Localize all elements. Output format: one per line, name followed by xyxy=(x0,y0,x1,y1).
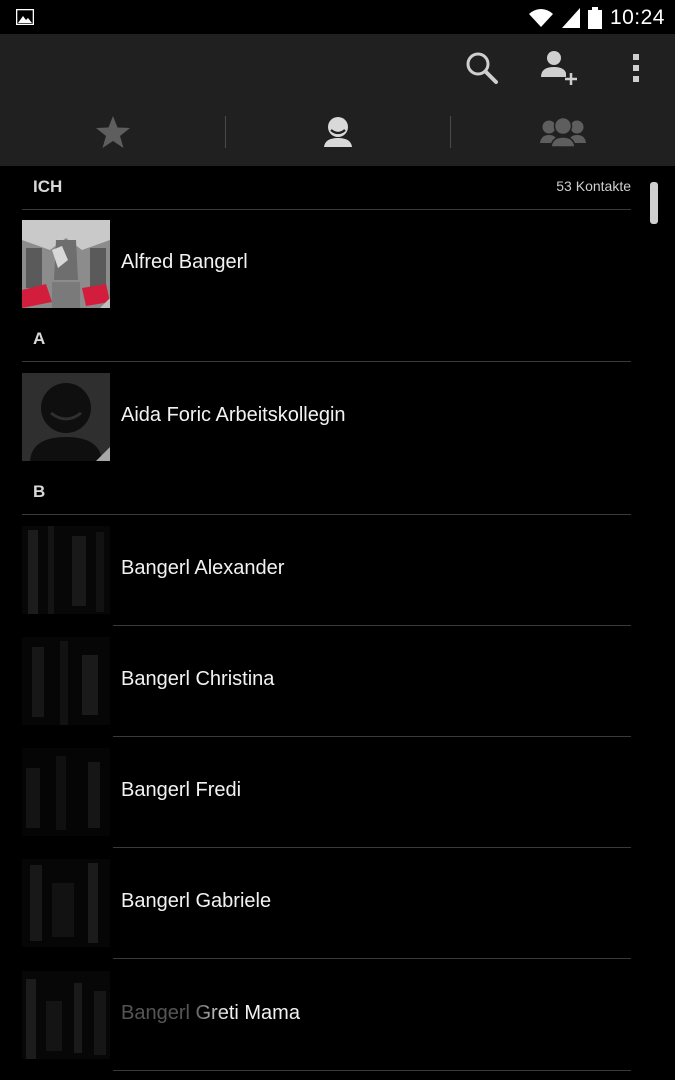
status-time: 10:24 xyxy=(609,6,665,29)
list-item[interactable]: Bangerl Fredi xyxy=(22,748,631,836)
list-item[interactable]: Bangerl Greti Mama xyxy=(22,971,631,1059)
signal-icon xyxy=(561,8,580,28)
tab-groups[interactable] xyxy=(450,98,675,166)
section-header-me: ICH 53 Kontakte xyxy=(22,166,631,210)
contact-name: Bangerl Greti Mama xyxy=(121,1002,300,1024)
contact-name: Bangerl Christina xyxy=(121,668,275,690)
row-divider xyxy=(113,1070,631,1071)
status-icons: 10:24 xyxy=(528,4,665,32)
action-bar xyxy=(0,34,675,98)
avatar xyxy=(22,748,110,836)
overflow-menu-button[interactable] xyxy=(612,44,660,92)
battery-icon xyxy=(587,7,602,29)
tab-favorites[interactable] xyxy=(0,98,225,166)
contact-name: Alfred Bangerl xyxy=(121,251,248,273)
search-button[interactable] xyxy=(458,44,506,92)
list-item[interactable]: Bangerl Gabriele xyxy=(22,859,631,947)
tab-bar xyxy=(0,98,675,166)
status-bar: 10:24 xyxy=(0,0,675,34)
contact-count: 53 Kontakte xyxy=(556,178,631,194)
list-item[interactable]: Bangerl Christina xyxy=(22,637,631,725)
group-icon xyxy=(539,116,586,148)
section-label: B xyxy=(33,482,46,501)
wifi-icon xyxy=(528,9,553,27)
avatar xyxy=(22,859,110,947)
row-divider xyxy=(113,847,631,848)
avatar xyxy=(22,637,110,725)
gallery-notification-icon xyxy=(16,9,34,25)
contact-list[interactable]: ICH 53 Kontakte Alfred Bangerl A Aida Fo… xyxy=(0,166,675,1080)
list-item[interactable]: Aida Foric Arbeitskollegin xyxy=(22,373,631,461)
contact-name: Bangerl Fredi xyxy=(121,779,242,801)
section-label: ICH xyxy=(33,177,63,196)
section-header-a: A xyxy=(22,318,631,362)
contact-name: Bangerl Alexander xyxy=(121,557,285,579)
search-icon xyxy=(466,52,498,84)
contact-name: Bangerl Gabriele xyxy=(121,890,272,912)
contact-name: Aida Foric Arbeitskollegin xyxy=(121,404,346,426)
list-item-me[interactable]: Alfred Bangerl xyxy=(22,220,631,308)
person-icon xyxy=(323,117,352,147)
scrollbar[interactable] xyxy=(650,182,658,224)
tab-contacts[interactable] xyxy=(225,98,450,166)
avatar xyxy=(22,220,110,308)
add-contact-icon xyxy=(541,51,577,85)
add-contact-button[interactable] xyxy=(534,44,582,92)
list-item[interactable]: Bangerl Alexander xyxy=(22,526,631,614)
row-divider xyxy=(113,625,631,626)
avatar xyxy=(22,526,110,614)
section-label: A xyxy=(33,329,46,348)
row-divider xyxy=(113,958,631,959)
star-icon xyxy=(95,116,130,148)
default-avatar-icon xyxy=(22,373,110,461)
avatar xyxy=(22,971,110,1059)
row-divider xyxy=(113,736,631,737)
overflow-menu-icon xyxy=(633,54,639,82)
section-header-b: B xyxy=(22,471,631,515)
